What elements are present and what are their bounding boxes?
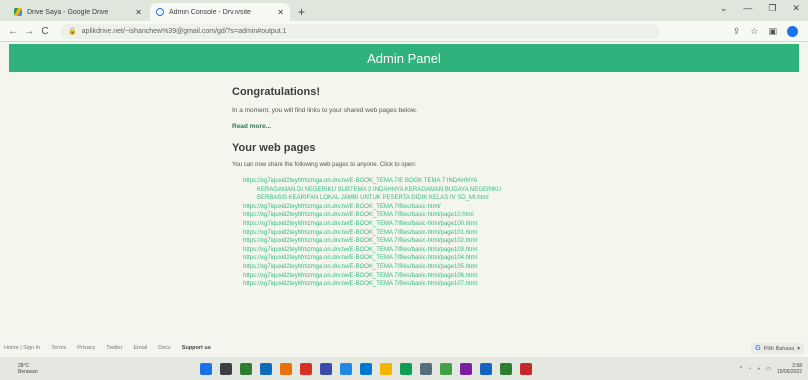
close-icon[interactable]: ✕ [135,8,142,17]
footer-link-twitter[interactable]: Twitter [106,345,122,351]
star-icon[interactable]: ☆ [750,26,758,37]
extensions-icon[interactable]: ▣ [768,26,777,37]
taskbar-app-icon[interactable] [400,362,412,375]
web-page-links: https://xg7iquxid2teyhfmzmga.on.drv.tw/E… [232,177,602,289]
web-pages-heading: Your web pages [232,142,316,154]
url-text: aplikdrive.net/~ishanchew%39@gmail.com/g… [81,27,287,35]
taskbar-app-icon[interactable] [500,362,512,375]
taskbar-app-icon[interactable] [200,362,212,375]
close-icon[interactable]: ✕ [277,8,284,17]
web-page-link[interactable]: https://xg7iquxid2teyhfmzmga.on.drv.tw/E… [243,177,602,203]
chevron-down-icon[interactable]: ⌄ [720,3,728,14]
admin-icon [156,8,164,16]
weather-widget[interactable]: 28°C Berawan [0,363,80,375]
web-page-link[interactable]: https://xg7iquxid2teyhfmzmga.on.drv.tw/E… [243,220,602,229]
window-controls: ⌄ — ❐ ✕ [720,3,800,14]
congrats-heading: Congratulations! [232,86,320,98]
taskbar-app-icon[interactable] [320,362,332,375]
footer-link-privacy[interactable]: Privacy [77,345,95,351]
footer-link-support[interactable]: Support us [182,345,211,351]
taskbar-app-icon[interactable] [340,362,352,375]
clock-date: 15/06/2022 [776,368,802,375]
taskbar-app-icon[interactable] [280,362,292,375]
taskbar-app-icon[interactable] [460,362,472,375]
taskbar-app-icon[interactable] [240,362,252,375]
page-footer: Home | Sign In Terms Privacy Twitter Ema… [0,340,808,356]
taskbar-app-icon[interactable] [360,362,372,375]
web-page-link[interactable]: https://xg7iquxid2teyhfmzmga.on.drv.tw/E… [243,237,602,246]
taskbar: 28°C Berawan ^ ◔ ◖ ▭ 2:58 15/06/2022 [0,357,808,380]
web-page-link[interactable]: https://xg7iquxid2teyhfmzmga.on.drv.tw/E… [243,211,602,220]
web-page-link[interactable]: https://xg7iquxid2teyhfmzmga.on.drv.tw/E… [243,263,602,272]
link-line: https://xg7iquxid2teyhfmzmga.on.drv.tw/E… [243,178,478,184]
footer-link-email[interactable]: Email [134,345,148,351]
address-bar: ← → C 🔒 aplikdrive.net/~ishanchew%39@gma… [0,21,808,42]
taskbar-app-icon[interactable] [480,362,492,375]
footer-link-docs[interactable]: Docs [158,345,171,351]
drive-icon [14,8,22,16]
tab-admin[interactable]: Admin Console - Drv.ivsite ✕ [150,3,290,21]
page-title: Admin Panel [367,50,441,66]
main-content: Congratulations! In a moment, you will f… [232,86,602,289]
web-page-link[interactable]: https://xg7iquxid2teyhfmzmga.on.drv.tw/E… [243,280,602,289]
volume-icon[interactable]: ◖ [757,366,760,372]
footer-link-terms[interactable]: Terms [51,345,66,351]
lock-icon: 🔒 [68,28,77,35]
battery-icon[interactable]: ▭ [766,366,771,372]
taskbar-app-icon[interactable] [260,362,272,375]
taskbar-app-icon[interactable] [380,362,392,375]
chevron-down-icon: ▾ [797,345,800,352]
link-line: BERBASIS KEARIFAN LOKAL JAMBI UNTUK PESE… [257,195,489,202]
system-tray: ^ ◔ ◖ ▭ 2:58 15/06/2022 [740,363,808,375]
close-window-icon[interactable]: ✕ [792,3,800,14]
clock[interactable]: 2:58 15/06/2022 [777,363,802,375]
tab-drive[interactable]: Drive Saya - Google Drive ✕ [8,3,148,21]
reload-icon[interactable]: C [38,26,52,37]
translate-widget[interactable]: G Pilih Bahasa ▾ [751,343,804,354]
tab-title: Admin Console - Drv.ivsite [169,8,251,16]
link-line: KERAGAMAN DI NEGERIKU SUBTEMA 2 INDAHNYA… [257,186,502,193]
taskbar-app-icon[interactable] [220,362,232,375]
new-tab-icon[interactable]: + [298,3,305,21]
tab-title: Drive Saya - Google Drive [27,8,109,16]
weather-desc: Berawan [18,368,38,375]
taskbar-app-icon[interactable] [420,362,432,375]
profile-avatar[interactable] [787,25,798,37]
network-icon[interactable]: ◔ [748,366,751,372]
taskbar-app-icon[interactable] [520,362,532,375]
footer-link-home[interactable]: Home | Sign In [4,345,40,351]
translate-label: Pilih Bahasa [763,345,795,352]
taskbar-app-icon[interactable] [440,362,452,375]
back-icon[interactable]: ← [6,26,20,37]
google-icon: G [755,345,761,352]
page-header: Admin Panel [9,44,799,72]
share-icon[interactable]: ⇪ [733,26,741,37]
congrats-text: In a moment, you will find links to your… [232,107,417,114]
web-pages-text: You can now share the following web page… [232,162,417,168]
web-page-link[interactable]: https://xg7iquxid2teyhfmzmga.on.drv.tw/E… [243,203,602,212]
taskbar-app-icon[interactable] [300,362,312,375]
browser-tab-bar: Drive Saya - Google Drive ✕ Admin Consol… [0,0,808,21]
web-page-link[interactable]: https://xg7iquxid2teyhfmzmga.on.drv.tw/E… [243,246,602,255]
maximize-icon[interactable]: ❐ [768,3,776,14]
web-page-link[interactable]: https://xg7iquxid2teyhfmzmga.on.drv.tw/E… [243,229,602,238]
web-page-link[interactable]: https://xg7iquxid2teyhfmzmga.on.drv.tw/E… [243,272,602,281]
minimize-icon[interactable]: — [743,3,752,14]
forward-icon[interactable]: → [22,26,36,37]
toolbar-actions: ⇪ ☆ ▣ [733,25,802,37]
web-page-link[interactable]: https://xg7iquxid2teyhfmzmga.on.drv.tw/E… [243,254,602,263]
taskbar-apps [200,362,532,375]
chevron-up-icon[interactable]: ^ [740,366,742,372]
read-more-link[interactable]: Read more... [232,123,602,130]
url-input[interactable]: 🔒 aplikdrive.net/~ishanchew%39@gmail.com… [60,23,660,39]
